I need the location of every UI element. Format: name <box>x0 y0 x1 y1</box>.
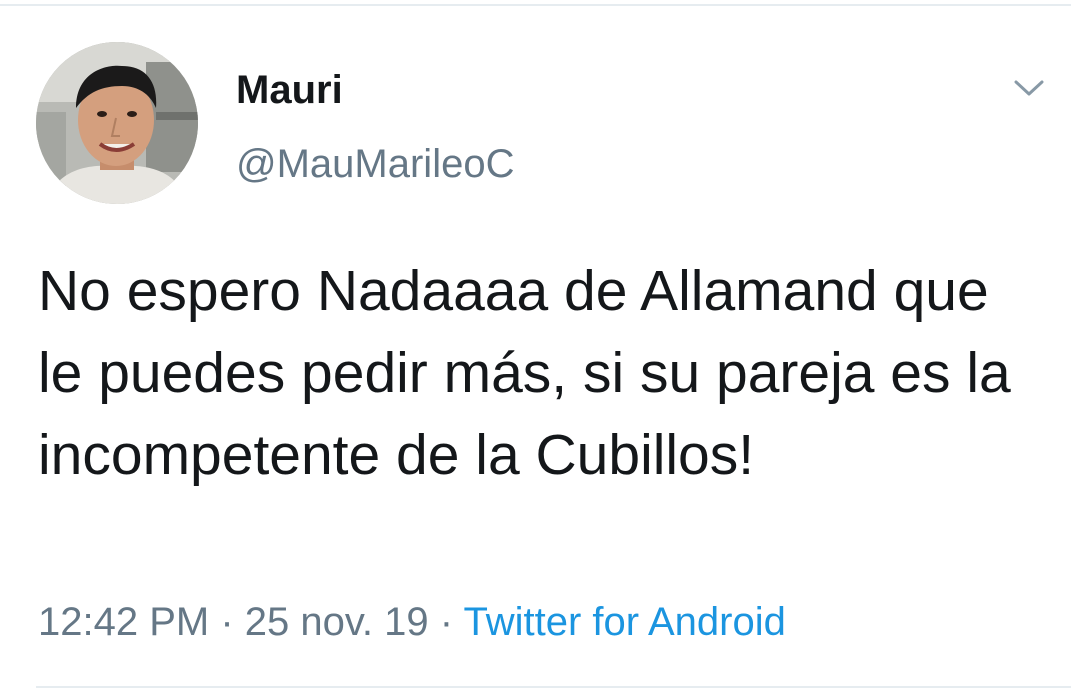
top-divider <box>0 4 1071 6</box>
author-display-name[interactable]: Mauri <box>236 66 343 114</box>
author-avatar[interactable] <box>36 42 198 204</box>
meta-separator: · <box>220 600 234 644</box>
avatar-photo <box>36 42 198 204</box>
tweet-source-link[interactable]: Twitter for Android <box>464 600 786 644</box>
tweet-menu-button[interactable] <box>1008 70 1050 106</box>
tweet-date[interactable]: 25 nov. 19 <box>245 600 429 644</box>
chevron-down-icon <box>1014 80 1044 96</box>
meta-separator: · <box>439 600 454 644</box>
tweet-meta: 12:42 PM · 25 nov. 19 · Twitter for Andr… <box>38 596 786 648</box>
tweet-text: No espero Nadaaaa de Allamand que le pue… <box>38 259 1011 487</box>
author-handle[interactable]: @MauMarileoC <box>236 140 514 188</box>
tweet-time[interactable]: 12:42 PM <box>38 600 209 644</box>
bottom-divider <box>36 686 1071 688</box>
